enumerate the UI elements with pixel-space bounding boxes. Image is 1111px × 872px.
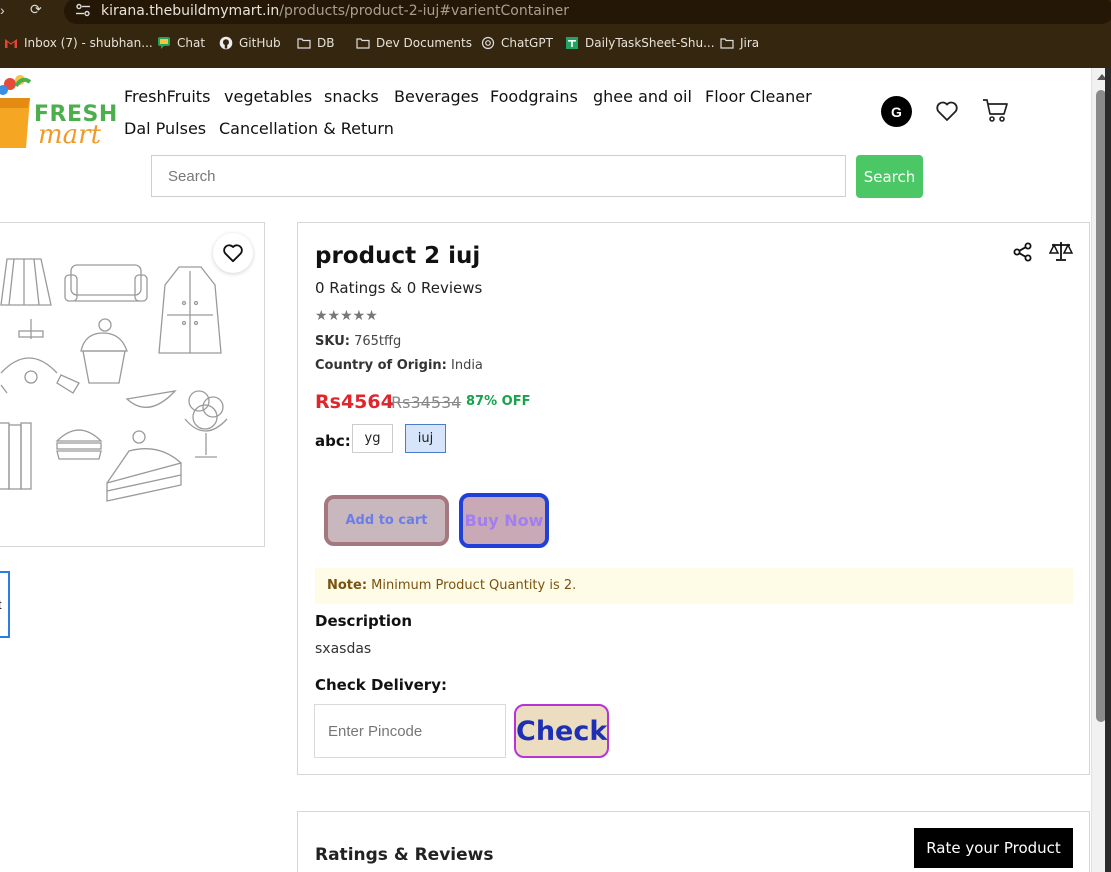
bookmark-dev-documents[interactable]: Dev Documents	[356, 36, 472, 50]
variant-option-yg[interactable]: yg	[352, 424, 393, 453]
bookmark-label: GitHub	[239, 36, 281, 50]
bookmark-label: Inbox (7) - shubhan...	[24, 36, 153, 50]
description-heading: Description	[315, 612, 413, 630]
bookmark-label: Dev Documents	[376, 36, 472, 50]
variant-label: abc:	[315, 432, 351, 450]
browser-chrome: › ⟳ kirana.thebuildmymart.in/products/pr…	[0, 0, 1111, 68]
rate-product-button[interactable]: Rate your Product	[914, 828, 1073, 868]
thumbnail-label: t	[0, 597, 2, 612]
origin-value: India	[451, 358, 483, 373]
buy-now-button[interactable]: Buy Now	[459, 493, 549, 548]
compare-scale-icon[interactable]	[1049, 240, 1073, 262]
reviews-title: Ratings & Reviews	[315, 845, 494, 865]
bookmark-label: Chat	[177, 36, 206, 50]
sku-label: SKU:	[315, 334, 350, 349]
window-edge	[1105, 68, 1111, 872]
user-avatar[interactable]: G	[881, 96, 912, 127]
star-rating: ★★★★★	[315, 307, 378, 323]
site-settings-icon[interactable]	[75, 3, 91, 17]
nav-link-ghee-and-oil[interactable]: ghee and oil	[593, 87, 692, 106]
chatgpt-icon	[481, 36, 495, 50]
gmail-icon	[5, 39, 17, 48]
bookmark-label: DB	[317, 36, 335, 50]
url-text[interactable]: kirana.thebuildmymart.in/products/produc…	[101, 3, 569, 19]
description-text: sxasdas	[315, 641, 372, 657]
nav-link-cancellation-return[interactable]: Cancellation & Return	[219, 119, 394, 138]
check-delivery-heading: Check Delivery:	[315, 676, 447, 694]
sku-row: SKU: 765tffg	[315, 334, 401, 349]
wishlist-button[interactable]	[213, 233, 253, 273]
bookmark-jira[interactable]: Jira	[720, 36, 759, 50]
bookmark-chat[interactable]: Chat	[157, 36, 205, 50]
original-price: Rs34534	[391, 393, 462, 412]
discount-badge: 87% OFF	[466, 394, 531, 409]
variant-option-iuj[interactable]: iuj	[405, 424, 446, 453]
nav-link-beverages[interactable]: Beverages	[394, 87, 479, 106]
bookmark-chatgpt[interactable]: ChatGPT	[481, 36, 553, 50]
search-button[interactable]: Search	[856, 155, 923, 198]
bookmarks-bar: Inbox (7) - shubhan... Chat GitHub DB De…	[0, 36, 1111, 58]
selling-price: Rs4564	[315, 391, 394, 413]
folder-icon	[356, 38, 370, 49]
pincode-input[interactable]	[314, 704, 506, 758]
url-bar-row: › ⟳ kirana.thebuildmymart.in/products/pr…	[0, 0, 1111, 25]
heart-icon[interactable]	[935, 100, 959, 122]
bookmark-db[interactable]: DB	[297, 36, 334, 50]
folder-icon	[720, 38, 734, 49]
origin-row: Country of Origin: India	[315, 358, 483, 373]
product-title: product 2 iuj	[315, 243, 481, 269]
nav-link-snacks[interactable]: snacks	[324, 87, 379, 106]
bookmark-dailytasksheet[interactable]: DailyTaskSheet-Shu...	[565, 36, 715, 50]
forward-icon[interactable]: ›	[0, 2, 5, 18]
nav-link-freshfruits[interactable]: FreshFruits	[124, 87, 210, 106]
search-input[interactable]	[151, 155, 846, 197]
ratings-summary[interactable]: 0 Ratings & 0 Reviews	[315, 279, 482, 297]
gallery-thumbnail[interactable]: t	[0, 571, 10, 638]
sku-value: 765tffg	[354, 334, 402, 349]
bookmark-inbox[interactable]: Inbox (7) - shubhan...	[4, 36, 153, 50]
note-label: Note:	[327, 578, 368, 593]
min-quantity-note: Note: Minimum Product Quantity is 2.	[315, 568, 1073, 604]
github-icon	[219, 36, 233, 50]
origin-label: Country of Origin:	[315, 358, 447, 373]
logo-text-mart: mart	[38, 120, 102, 150]
bookmark-label: DailyTaskSheet-Shu...	[585, 36, 715, 50]
freshmart-logo[interactable]: FRESH mart	[0, 72, 117, 154]
nav-link-foodgrains[interactable]: Foodgrains	[490, 87, 578, 106]
note-text: Minimum Product Quantity is 2.	[367, 578, 577, 593]
check-delivery-button[interactable]: Check	[514, 704, 609, 758]
heart-icon	[223, 244, 243, 263]
share-icon[interactable]	[1013, 242, 1033, 262]
add-to-cart-button[interactable]: Add to cart	[324, 495, 449, 546]
folder-icon	[297, 38, 311, 49]
bookmark-label: ChatGPT	[501, 36, 553, 50]
nav-link-dal-pulses[interactable]: Dal Pulses	[124, 119, 206, 138]
cart-icon[interactable]	[982, 98, 1010, 124]
chat-icon	[158, 37, 170, 49]
nav-link-vegetables[interactable]: vegetables	[224, 87, 312, 106]
url-host: kirana.thebuildmymart.in	[101, 3, 280, 19]
url-path: /products/product-2-iuj#varientContainer	[279, 3, 569, 19]
reload-icon[interactable]: ⟳	[30, 1, 42, 18]
sheets-icon	[566, 37, 578, 49]
nav-link-floor-cleaner[interactable]: Floor Cleaner	[705, 87, 812, 106]
bookmark-github[interactable]: GitHub	[219, 36, 281, 50]
bookmark-label: Jira	[740, 36, 760, 50]
